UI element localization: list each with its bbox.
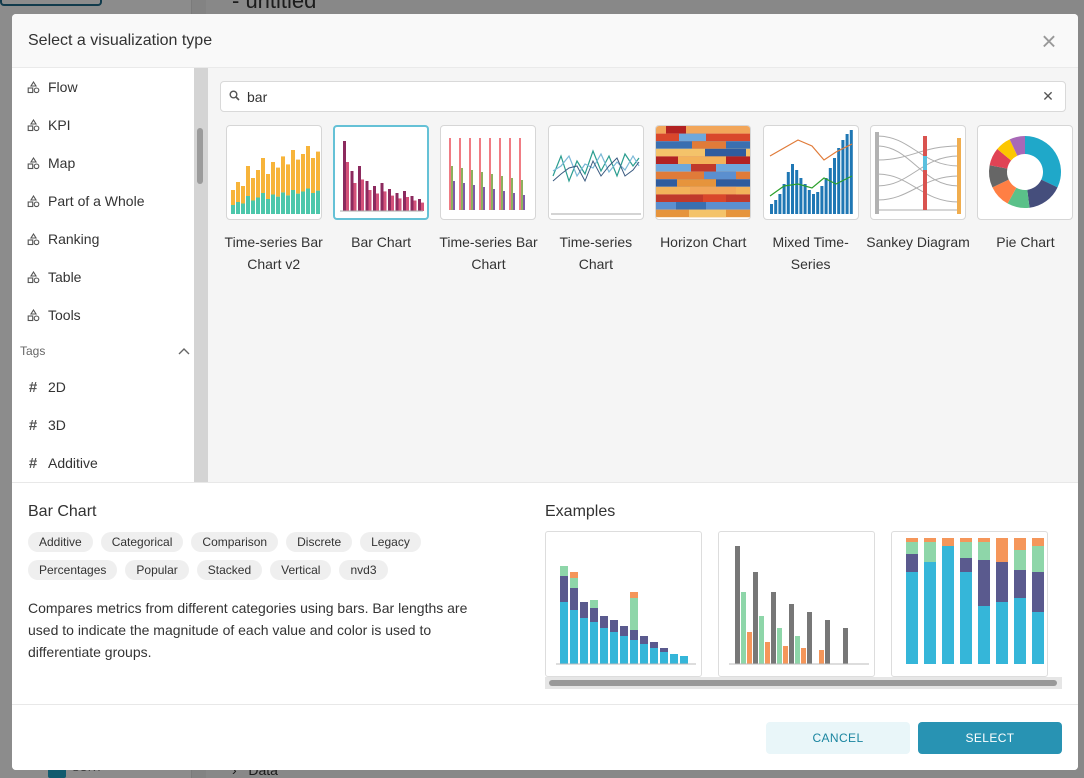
sidebar-item-label: Part of a Whole xyxy=(48,193,145,209)
chart-card-label: Time-series Chart xyxy=(559,234,633,272)
chart-thumbnail[interactable] xyxy=(225,125,322,220)
examples-scroll-thumb[interactable] xyxy=(549,680,1057,686)
chevron-up-icon xyxy=(178,344,190,358)
sidebar-item-ranking[interactable]: Ranking xyxy=(12,220,208,258)
shapes-icon xyxy=(26,80,40,94)
chart-thumbnail[interactable] xyxy=(440,125,537,220)
sidebar-item-label: KPI xyxy=(48,117,71,133)
sidebar-item-tools[interactable]: Tools xyxy=(12,296,208,334)
chart-card-label: Bar Chart xyxy=(351,234,412,250)
tag-chip: Additive xyxy=(28,532,93,552)
sidebar-item-part-of-a-whole[interactable]: Part of a Whole xyxy=(12,182,208,220)
sidebar-item-label: Tools xyxy=(48,307,81,323)
sidebar-tag-2d[interactable]: #2D xyxy=(12,368,208,406)
shapes-icon xyxy=(26,118,40,132)
chart-thumbnail[interactable] xyxy=(870,125,967,220)
chart-thumbnail[interactable] xyxy=(655,125,752,220)
viz-type-modal: Select a visualization type × Flow KPI Map… xyxy=(12,14,1078,770)
chart-card-sankey-diagram[interactable]: Sankey Diagram xyxy=(864,125,971,275)
modal-footer: CANCEL SELECT xyxy=(12,704,1078,770)
sidebar-item-table[interactable]: Table xyxy=(12,258,208,296)
chart-card-time-series-bar-chart-v2[interactable]: Time-series Bar Chart v2 xyxy=(220,125,327,275)
chart-grid: Time-series Bar Chart v2 Bar Chart Time-se… xyxy=(220,125,1078,275)
shapes-icon xyxy=(26,232,40,246)
close-icon[interactable]: × xyxy=(1038,28,1060,54)
shapes-icon xyxy=(26,156,40,170)
search-icon xyxy=(229,90,243,104)
examples-gallery xyxy=(545,531,1062,677)
chart-details: Bar Chart Additive Categorical Comparison D… xyxy=(12,482,1078,704)
sidebar-item-kpi[interactable]: KPI xyxy=(12,106,208,144)
shapes-icon xyxy=(26,308,40,322)
examples-scrollbar[interactable] xyxy=(545,677,1062,689)
chart-card-label: Horizon Chart xyxy=(660,234,747,250)
search-box: ✕ xyxy=(220,81,1066,112)
tag-chip: Legacy xyxy=(360,532,421,552)
tag-chip: Categorical xyxy=(100,532,184,552)
example-image[interactable] xyxy=(891,531,1048,677)
example-image[interactable] xyxy=(545,531,702,677)
search-input[interactable] xyxy=(247,88,1039,105)
sidebar-scroll-thumb[interactable] xyxy=(197,128,203,184)
examples-title: Examples xyxy=(545,503,616,520)
chart-card-mixed-time-series[interactable]: Mixed Time-Series xyxy=(757,125,864,275)
tag-chip: Discrete xyxy=(286,532,353,552)
chart-card-label: Mixed Time-Series xyxy=(772,234,849,272)
chart-thumbnail[interactable] xyxy=(762,125,859,220)
chart-card-pie-chart[interactable]: Pie Chart xyxy=(972,125,1078,275)
sidebar-item-flow[interactable]: Flow xyxy=(12,68,208,106)
sidebar-scrollbar[interactable] xyxy=(194,68,208,482)
sidebar-item-label: Table xyxy=(48,269,82,285)
chart-card-label: Pie Chart xyxy=(996,234,1055,250)
sidebar-tag-additive[interactable]: # Additive xyxy=(12,444,208,482)
sidebar-item-label: Flow xyxy=(48,79,78,95)
hash-icon: # xyxy=(28,378,38,396)
category-sidebar: Flow KPI Map Part of a Whole Ranking Table Too… xyxy=(12,68,208,482)
tag-chip: Vertical xyxy=(270,560,332,580)
tags-header-label: Tags xyxy=(20,344,46,358)
example-image[interactable] xyxy=(718,531,875,677)
sidebar-item-label: Ranking xyxy=(48,231,100,247)
details-title: Bar Chart xyxy=(28,503,97,520)
tag-chip: Stacked xyxy=(196,560,263,580)
chart-card-bar-chart[interactable]: Bar Chart xyxy=(327,125,434,275)
shapes-icon xyxy=(26,270,40,284)
chart-card-label: Time-series Bar Chart v2 xyxy=(224,234,323,272)
shapes-icon xyxy=(26,194,40,208)
sidebar-tag-label: 2D xyxy=(48,379,66,395)
sidebar-item-label: Map xyxy=(48,155,76,171)
chart-card-time-series-chart[interactable]: Time-series Chart xyxy=(542,125,649,275)
sidebar-tag-label: Additive xyxy=(48,455,98,471)
chart-card-time-series-bar-chart[interactable]: Time-series Bar Chart xyxy=(435,125,542,275)
sidebar-tag-3d[interactable]: #3D xyxy=(12,406,208,444)
modal-title: Select a visualization type xyxy=(28,31,213,49)
details-tags: Additive Categorical Comparison Discrete Leg… xyxy=(28,532,498,580)
chart-thumbnail[interactable] xyxy=(333,125,430,220)
chart-thumbnail[interactable] xyxy=(977,125,1074,220)
chart-thumbnail[interactable] xyxy=(547,125,644,220)
tag-chip: Percentages xyxy=(28,560,118,580)
chart-gallery: ✕ Time-series Bar Chart v2Bar ChartTime-… xyxy=(208,68,1078,482)
select-button[interactable]: SELECT xyxy=(918,722,1062,754)
clear-search-icon[interactable]: ✕ xyxy=(1039,88,1057,105)
details-description: Compares metrics from different categori… xyxy=(28,600,468,660)
tag-chip: Popular xyxy=(125,560,189,580)
modal-header: Select a visualization type xyxy=(12,14,1078,68)
tag-chip: nvd3 xyxy=(339,560,388,580)
hash-icon: # xyxy=(28,416,38,434)
sidebar-tag-label: 3D xyxy=(48,417,66,433)
chart-card-label: Time-series Bar Chart xyxy=(439,234,538,272)
chart-card-label: Sankey Diagram xyxy=(866,234,970,250)
hash-icon: # xyxy=(28,454,38,472)
chart-card-horizon-chart[interactable]: Horizon Chart xyxy=(650,125,757,275)
tag-chip: Comparison xyxy=(191,532,279,552)
sidebar-item-map[interactable]: Map xyxy=(12,144,208,182)
tags-section-header[interactable]: Tags xyxy=(12,334,208,368)
cancel-button[interactable]: CANCEL xyxy=(766,722,910,754)
